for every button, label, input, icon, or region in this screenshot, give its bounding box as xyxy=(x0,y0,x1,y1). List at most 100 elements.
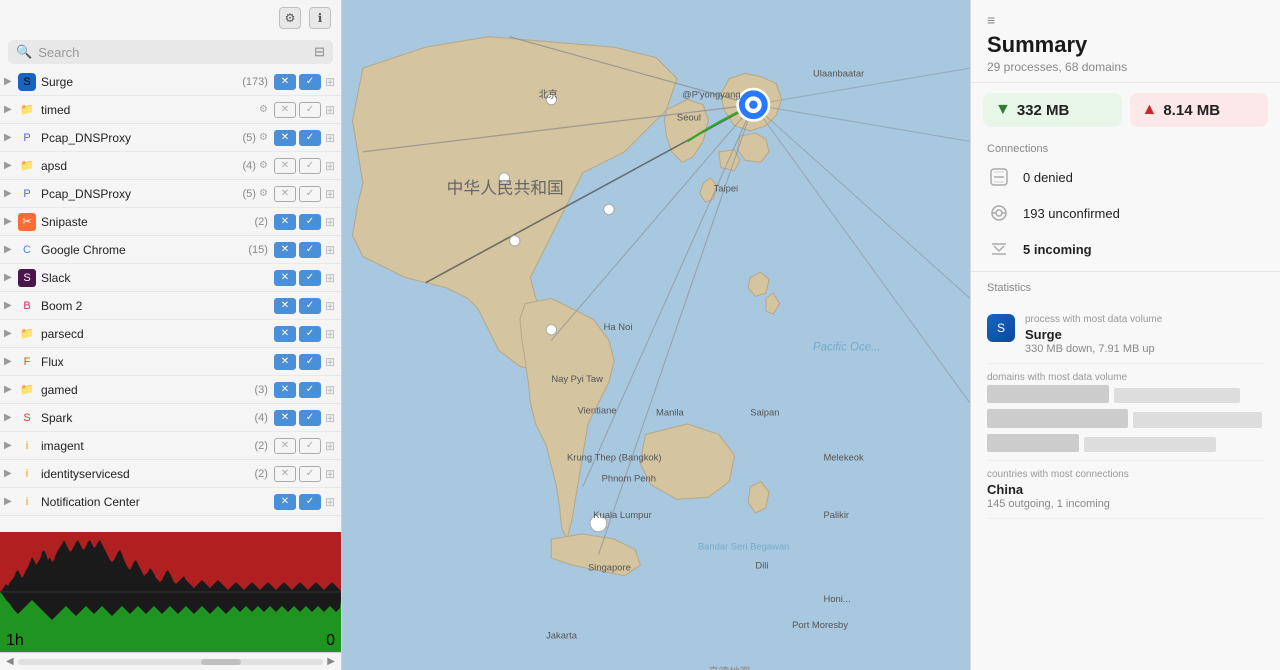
process-item-imagent[interactable]: ▶iimagent(2)✕✓⊞ xyxy=(0,432,341,460)
grid-icon-pcap2[interactable]: ⊞ xyxy=(325,187,335,201)
toggle-check-flux[interactable]: ✓ xyxy=(299,354,321,370)
toggle-check-apsd[interactable]: ✓ xyxy=(299,158,321,174)
process-item-boom[interactable]: ▶BBoom 2✕✓⊞ xyxy=(0,292,341,320)
toggle-x-parsecd[interactable]: ✕ xyxy=(274,326,296,342)
process-item-spark[interactable]: ▶SSpark(4)✕✓⊞ xyxy=(0,404,341,432)
filter-icon[interactable]: ⊟ xyxy=(314,44,325,60)
toggle-check-boom[interactable]: ✓ xyxy=(299,298,321,314)
toggle-x-surge[interactable]: ✕ xyxy=(274,74,296,90)
grid-icon-gamed[interactable]: ⊞ xyxy=(325,383,335,397)
gear-icon-pcap1[interactable]: ⚙ xyxy=(259,132,268,143)
expand-arrow-pcap1[interactable]: ▶ xyxy=(4,132,18,143)
toggle-group-flux: ✕✓ xyxy=(274,354,321,370)
grid-icon-pcap1[interactable]: ⊞ xyxy=(325,131,335,145)
toggle-x-spark[interactable]: ✕ xyxy=(274,410,296,426)
expand-arrow-pcap2[interactable]: ▶ xyxy=(4,188,18,199)
process-item-notification[interactable]: ▶iNotification Center✕✓⊞ xyxy=(0,488,341,516)
grid-icon-snipaste[interactable]: ⊞ xyxy=(325,215,335,229)
toggle-x-timed[interactable]: ✕ xyxy=(274,102,296,118)
grid-icon-imagent[interactable]: ⊞ xyxy=(325,439,335,453)
toggle-x-identity[interactable]: ✕ xyxy=(274,466,296,482)
grid-icon-timed[interactable]: ⊞ xyxy=(325,103,335,117)
expand-arrow-timed[interactable]: ▶ xyxy=(4,104,18,115)
expand-arrow-notification[interactable]: ▶ xyxy=(4,496,18,507)
toggle-x-flux[interactable]: ✕ xyxy=(274,354,296,370)
expand-arrow-boom[interactable]: ▶ xyxy=(4,300,18,311)
process-item-snipaste[interactable]: ▶✂Snipaste(2)✕✓⊞ xyxy=(0,208,341,236)
toggle-check-notification[interactable]: ✓ xyxy=(299,494,321,510)
expand-arrow-apsd[interactable]: ▶ xyxy=(4,160,18,171)
grid-icon-chrome[interactable]: ⊞ xyxy=(325,243,335,257)
search-input[interactable] xyxy=(38,45,308,60)
process-item-pcap1[interactable]: ▶PPcap_DNSProxy(5)⚙✕✓⊞ xyxy=(0,124,341,152)
scroll-track[interactable] xyxy=(18,659,324,665)
grid-icon-identity[interactable]: ⊞ xyxy=(325,467,335,481)
process-item-apsd[interactable]: ▶📁apsd(4)⚙✕✓⊞ xyxy=(0,152,341,180)
process-item-parsecd[interactable]: ▶📁parsecd✕✓⊞ xyxy=(0,320,341,348)
toggle-x-pcap1[interactable]: ✕ xyxy=(274,130,296,146)
expand-arrow-identity[interactable]: ▶ xyxy=(4,468,18,479)
toggle-check-pcap2[interactable]: ✓ xyxy=(299,186,321,202)
scroll-right-icon[interactable]: ▶ xyxy=(327,656,335,667)
toggle-check-slack[interactable]: ✓ xyxy=(299,270,321,286)
toggle-x-gamed[interactable]: ✕ xyxy=(274,382,296,398)
toggle-check-snipaste[interactable]: ✓ xyxy=(299,214,321,230)
expand-arrow-snipaste[interactable]: ▶ xyxy=(4,216,18,227)
toggle-x-notification[interactable]: ✕ xyxy=(274,494,296,510)
grid-icon-parsecd[interactable]: ⊞ xyxy=(325,327,335,341)
toggle-x-slack[interactable]: ✕ xyxy=(274,270,296,286)
settings-icon[interactable]: ⚙ xyxy=(279,7,301,29)
toggle-check-spark[interactable]: ✓ xyxy=(299,410,321,426)
process-item-flux[interactable]: ▶FFlux✕✓⊞ xyxy=(0,348,341,376)
process-item-pcap2[interactable]: ▶PPcap_DNSProxy(5)⚙✕✓⊞ xyxy=(0,180,341,208)
process-item-chrome[interactable]: ▶CGoogle Chrome(15)✕✓⊞ xyxy=(0,236,341,264)
toggle-x-boom[interactable]: ✕ xyxy=(274,298,296,314)
toggle-check-timed[interactable]: ✓ xyxy=(299,102,321,118)
toggle-check-identity[interactable]: ✓ xyxy=(299,466,321,482)
denied-row: 0 denied xyxy=(971,159,1280,195)
expand-arrow-spark[interactable]: ▶ xyxy=(4,412,18,423)
toggle-check-chrome[interactable]: ✓ xyxy=(299,242,321,258)
gear-icon-apsd[interactable]: ⚙ xyxy=(259,160,268,171)
process-count-imagent: (2) xyxy=(254,440,267,452)
toggle-x-snipaste[interactable]: ✕ xyxy=(274,214,296,230)
grid-icon-boom[interactable]: ⊞ xyxy=(325,299,335,313)
grid-icon-notification[interactable]: ⊞ xyxy=(325,495,335,509)
expand-arrow-imagent[interactable]: ▶ xyxy=(4,440,18,451)
grid-icon-slack[interactable]: ⊞ xyxy=(325,271,335,285)
process-item-timed[interactable]: ▶📁timed⚙✕✓⊞ xyxy=(0,96,341,124)
toggle-x-apsd[interactable]: ✕ xyxy=(274,158,296,174)
process-icon-pcap1: P xyxy=(18,129,36,147)
grid-icon-flux[interactable]: ⊞ xyxy=(325,355,335,369)
process-name-identity: identityservicesd xyxy=(41,467,251,481)
unconfirmed-row: 193 unconfirmed xyxy=(971,195,1280,231)
toggle-x-chrome[interactable]: ✕ xyxy=(274,242,296,258)
grid-icon-spark[interactable]: ⊞ xyxy=(325,411,335,425)
process-item-surge[interactable]: ▶SSurge(173)✕✓⊞ xyxy=(0,68,341,96)
grid-icon-apsd[interactable]: ⊞ xyxy=(325,159,335,173)
hamburger-icon[interactable]: ≡ xyxy=(987,12,1264,28)
expand-arrow-slack[interactable]: ▶ xyxy=(4,272,18,283)
toggle-check-surge[interactable]: ✓ xyxy=(299,74,321,90)
scroll-left-icon[interactable]: ◀ xyxy=(6,656,14,667)
toggle-x-pcap2[interactable]: ✕ xyxy=(274,186,296,202)
gear-icon-timed[interactable]: ⚙ xyxy=(259,104,268,115)
process-item-slack[interactable]: ▶SSlack✕✓⊞ xyxy=(0,264,341,292)
toggle-check-pcap1[interactable]: ✓ xyxy=(299,130,321,146)
expand-arrow-surge[interactable]: ▶ xyxy=(4,76,18,87)
expand-arrow-flux[interactable]: ▶ xyxy=(4,356,18,367)
grid-icon-surge[interactable]: ⊞ xyxy=(325,75,335,89)
search-wrapper: 🔍 ⊟ xyxy=(8,40,333,64)
expand-arrow-gamed[interactable]: ▶ xyxy=(4,384,18,395)
expand-arrow-parsecd[interactable]: ▶ xyxy=(4,328,18,339)
toggle-check-imagent[interactable]: ✓ xyxy=(299,438,321,454)
toggle-x-imagent[interactable]: ✕ xyxy=(274,438,296,454)
gear-icon-pcap2[interactable]: ⚙ xyxy=(259,188,268,199)
process-item-gamed[interactable]: ▶📁gamed(3)✕✓⊞ xyxy=(0,376,341,404)
process-item-identity[interactable]: ▶iidentityservicesd(2)✕✓⊞ xyxy=(0,460,341,488)
process-name-slack: Slack xyxy=(41,271,268,285)
toggle-check-gamed[interactable]: ✓ xyxy=(299,382,321,398)
toggle-check-parsecd[interactable]: ✓ xyxy=(299,326,321,342)
expand-arrow-chrome[interactable]: ▶ xyxy=(4,244,18,255)
info-icon[interactable]: ℹ xyxy=(309,7,331,29)
